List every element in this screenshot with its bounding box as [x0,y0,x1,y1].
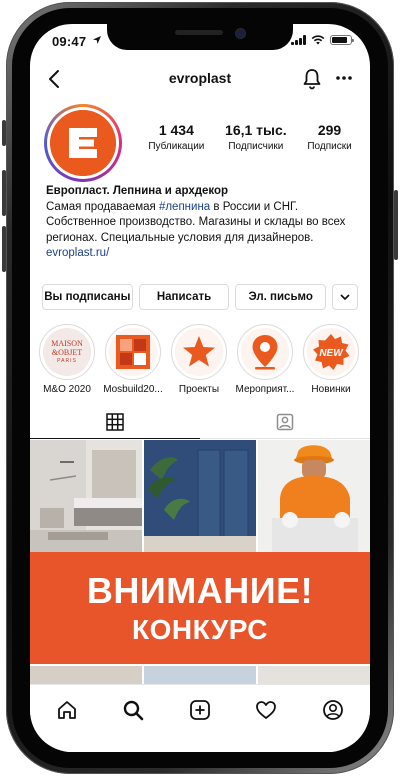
posts-grid: ВНИМАНИЕ! КОНКУРС [30,440,370,700]
highlight-label: Новинки [311,384,351,395]
post-thumbnail[interactable] [144,440,256,552]
highlight-mo2020[interactable]: MAISON &OBJET PARIS M&O 2020 [34,324,100,395]
new-badge-icon: NEW [307,328,355,376]
bio-text: в России и СНГ. [210,200,299,213]
phone-volume-down [2,226,6,272]
message-button[interactable]: Написать [138,284,230,310]
bio-line-1: Самая продаваемая #лепнина в России и СН… [46,200,362,216]
tagged-person-icon [276,413,294,431]
highlight-label: Мероприят... [235,384,295,395]
highlight-events[interactable]: Мероприят... [232,324,298,395]
stat-label: Подписчики [228,141,284,152]
phone-mute-switch [2,120,6,146]
email-button[interactable]: Эл. письмо [235,284,327,310]
highlight-new[interactable]: NEW Новинки [298,324,364,395]
profile-actions: Вы подписаны Написать Эл. письмо [42,284,359,310]
bio-line-2: Собственное производство. Магазины и скл… [46,216,346,244]
profile-header: evroplast [30,64,370,96]
star-icon [175,328,223,376]
profile-avatar[interactable] [44,104,122,182]
phone-volume-up [2,170,6,216]
notch [107,24,293,50]
stat-followers[interactable]: 16,1 тыс. Подписчики [225,122,287,152]
chevron-down-icon [340,294,350,301]
banner-line-2: КОНКУРС [132,614,268,645]
following-button[interactable]: Вы подписаны [42,284,133,310]
bio-text: Самая продаваемая [46,200,159,213]
cover-text: NEW [319,348,343,359]
suggested-dropdown-button[interactable] [332,284,359,310]
mosbuild-cover [109,328,157,376]
app-screen: 09:47 evroplast 1 434 Публикации 16,1 ты… [30,24,370,752]
stat-value: 16,1 тыс. [225,122,287,138]
location-pin-icon [241,328,289,376]
post-thumbnail[interactable] [30,440,142,552]
heart-icon[interactable] [255,699,277,721]
stat-label: Подписки [307,141,352,152]
highlight-projects[interactable]: Проекты [166,324,232,395]
banner-line-1: ВНИМАНИЕ! [86,570,314,611]
tab-posts-grid[interactable] [30,406,200,439]
stat-value: 299 [317,122,342,138]
maison-objet-cover: MAISON &OBJET PARIS [43,328,91,376]
front-camera [235,28,246,39]
wifi-icon [311,35,325,45]
highlight-label: Mosbuild20... [103,384,163,395]
more-options-icon[interactable] [334,68,354,88]
story-highlights: MAISON &OBJET PARIS M&O 2020 Mosbuild20.… [34,324,370,395]
cover-text: MAISON [51,338,83,348]
search-icon[interactable] [122,699,144,721]
highlight-label: M&O 2020 [43,384,91,395]
highlight-mosbuild[interactable]: Mosbuild20... [100,324,166,395]
stat-value: 1 434 [158,122,194,138]
status-time: 09:47 [52,34,87,49]
profile-tabs [30,406,370,439]
website-link[interactable]: evroplast.ru/ [46,246,362,262]
phone-power-button [394,190,398,260]
speaker [175,30,223,35]
profile-stats: 1 434 Публикации 16,1 тыс. Подписчики 29… [138,122,362,152]
profile-display-name: Европласт. Лепнина и архдекор [46,185,229,197]
location-arrow-icon [93,36,101,44]
home-icon[interactable] [56,699,78,721]
bottom-navigation [30,684,370,752]
tab-tagged[interactable] [200,406,370,438]
bell-icon[interactable] [302,68,322,90]
stat-label: Публикации [148,141,205,152]
cellular-signal-icon [291,35,306,45]
profile-icon[interactable] [322,699,344,721]
highlight-label: Проекты [178,384,220,395]
contest-banner[interactable]: ВНИМАНИЕ! КОНКУРС [30,552,370,664]
cover-text: PARIS [57,357,77,364]
grid-icon [106,413,124,431]
stat-posts[interactable]: 1 434 Публикации [148,122,204,152]
new-post-icon[interactable] [189,699,211,721]
post-thumbnail[interactable] [258,440,370,552]
cover-text: &OBJET [51,347,83,357]
evroplast-logo [50,110,116,176]
profile-bio: Европласт. Лепнина и архдекор Самая прод… [46,184,362,262]
hashtag-link[interactable]: #лепнина [159,201,210,213]
battery-icon [330,35,354,45]
stat-following[interactable]: 299 Подписки [307,122,351,152]
